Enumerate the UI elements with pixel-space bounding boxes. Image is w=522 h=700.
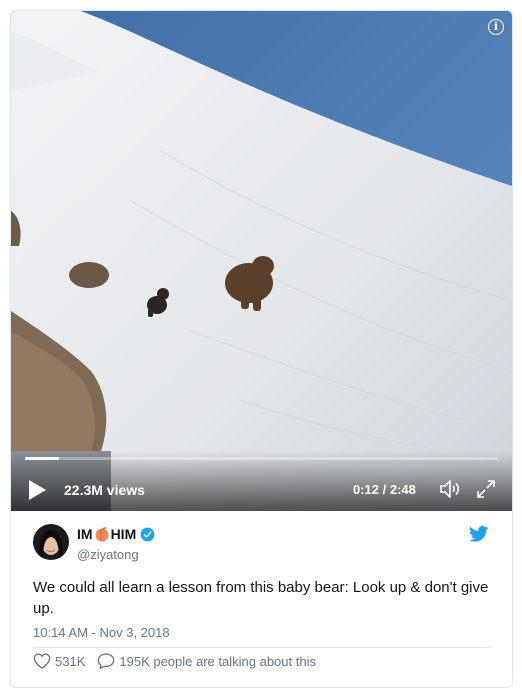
verified-badge-icon [140,527,155,541]
heart-icon [33,653,51,669]
reply-bubble-icon [98,653,115,669]
fullscreen-icon[interactable] [475,478,497,500]
avatar[interactable] [33,524,69,560]
controls-overlay [11,451,512,511]
display-name[interactable]: IM HIM [77,526,155,542]
user-handle[interactable]: @ziyatong [77,547,139,562]
tweet-embed: i 22.3M views 0:12 / 2:48 IM HIM @ziyato… [10,10,513,688]
tweet-timestamp[interactable]: 10:14 AM - Nov 3, 2018 [33,625,170,640]
tweet-actions: 531K 195K people are talking about this [33,653,316,669]
video-progress-fill [25,457,59,460]
info-icon[interactable]: i [488,19,504,35]
peach-emoji-icon [95,527,109,542]
video-frame [11,11,512,511]
view-count: 22.3M views [64,482,145,498]
like-count: 531K [55,653,86,669]
twitter-bird-icon[interactable] [469,526,489,542]
talking-count: 195K people are talking about this [119,653,316,669]
play-icon[interactable] [27,479,47,501]
display-name-part2: HIM [110,526,137,542]
display-name-part1: IM [77,526,93,542]
reply-button[interactable]: 195K people are talking about this [97,653,316,669]
video-time: 0:12 / 2:48 [353,482,416,497]
volume-icon[interactable] [438,477,462,501]
video-progress-bar[interactable] [25,457,498,460]
divider [33,647,490,648]
like-button[interactable]: 531K [33,653,85,669]
tweet-text: We could all learn a lesson from this ba… [33,579,489,617]
video-player[interactable]: i 22.3M views 0:12 / 2:48 [11,11,512,511]
